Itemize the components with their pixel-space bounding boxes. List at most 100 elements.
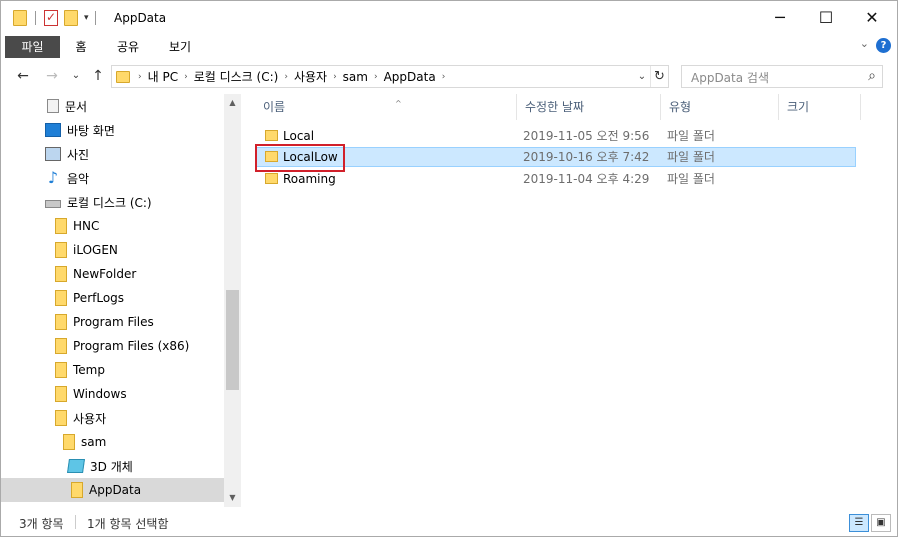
sidebar-item-users[interactable]: 사용자 bbox=[1, 406, 224, 430]
drive-icon bbox=[45, 200, 61, 208]
sidebar-item-perflogs[interactable]: PerfLogs bbox=[1, 286, 224, 310]
sidebar-item-windows[interactable]: Windows bbox=[1, 382, 224, 406]
chevron-right-icon[interactable]: › bbox=[331, 72, 339, 82]
sidebar-item-desktop[interactable]: 바탕 화면 bbox=[1, 118, 224, 142]
forward-button[interactable]: → bbox=[43, 66, 61, 86]
breadcrumb-sam[interactable]: sam bbox=[339, 70, 372, 84]
chevron-right-icon[interactable]: › bbox=[182, 72, 190, 82]
folder-icon bbox=[55, 410, 67, 426]
3d-objects-icon bbox=[67, 459, 85, 473]
navigation-bar: ← → ⌄ ↑ › 내 PC › 로컬 디스크 (C:) › 사용자 › sam… bbox=[1, 58, 897, 94]
sidebar-item-label: 문서 bbox=[65, 99, 88, 114]
sidebar-item-label: 바탕 화면 bbox=[67, 123, 115, 138]
scroll-down-icon[interactable]: ▼ bbox=[224, 491, 241, 505]
folder-icon bbox=[55, 314, 67, 330]
expand-ribbon-icon[interactable]: ⌄ bbox=[860, 37, 869, 50]
folder-icon bbox=[55, 386, 67, 402]
sidebar-item-temp[interactable]: Temp bbox=[1, 358, 224, 382]
sidebar-item-label: 로컬 디스크 (C:) bbox=[67, 195, 152, 210]
tab-view[interactable]: 보기 bbox=[161, 36, 199, 58]
address-history-dropdown[interactable]: ⌄ bbox=[634, 66, 650, 87]
status-divider bbox=[75, 515, 76, 529]
breadcrumb-local-disk[interactable]: 로컬 디스크 (C:) bbox=[190, 68, 283, 85]
sidebar-item-documents[interactable]: 문서 bbox=[1, 94, 224, 118]
column-header-type[interactable]: 유형 bbox=[661, 94, 779, 120]
large-icons-view-icon[interactable]: ▣ bbox=[871, 514, 891, 532]
scrollbar-thumb[interactable] bbox=[226, 290, 239, 390]
selection-count: 1개 항목 선택함 bbox=[87, 517, 169, 531]
navigation-pane-scrollbar[interactable]: ▲ ▼ bbox=[224, 94, 241, 507]
sidebar-item-3d-objects[interactable]: 3D 개체 bbox=[1, 454, 224, 478]
column-header-name[interactable]: 이름 ^ bbox=[255, 94, 517, 120]
window-title: AppData bbox=[114, 11, 167, 25]
sidebar-item-label: Program Files bbox=[73, 315, 154, 329]
navigation-pane: 문서 바탕 화면 사진 ♪ 음악 로컬 디스크 (C:) HNC iLOGEN bbox=[1, 94, 241, 507]
desktop-icon bbox=[45, 123, 61, 137]
sidebar-item-program-files-x86[interactable]: Program Files (x86) bbox=[1, 334, 224, 358]
quick-access-toolbar: ▾ bbox=[13, 9, 96, 27]
sidebar-item-ilogen[interactable]: iLOGEN bbox=[1, 238, 224, 262]
file-row-locallow[interactable]: LocalLow 2019-10-16 오후 7:42 파일 폴더 bbox=[255, 147, 856, 167]
tab-home[interactable]: 홈 bbox=[65, 36, 97, 58]
back-button[interactable]: ← bbox=[14, 66, 32, 86]
search-box[interactable]: AppData 검색 ⌕ bbox=[681, 65, 883, 88]
file-date: 2019-11-04 오후 4:29 bbox=[523, 172, 650, 186]
recent-locations-button[interactable]: ⌄ bbox=[67, 66, 85, 86]
folder-icon bbox=[265, 130, 278, 141]
tab-share[interactable]: 공유 bbox=[109, 36, 147, 58]
sidebar-item-label: NewFolder bbox=[73, 267, 137, 281]
customize-toolbar-icon[interactable]: ▾ bbox=[84, 13, 89, 23]
sidebar-item-music[interactable]: ♪ 음악 bbox=[1, 166, 224, 190]
sidebar-item-pictures[interactable]: 사진 bbox=[1, 142, 224, 166]
help-icon[interactable]: ? bbox=[876, 38, 891, 53]
sidebar-item-program-files[interactable]: Program Files bbox=[1, 310, 224, 334]
search-input[interactable]: AppData 검색 bbox=[691, 69, 769, 86]
file-row-local[interactable]: Local 2019-11-05 오전 9:56 파일 폴더 bbox=[255, 126, 856, 146]
properties-icon[interactable] bbox=[44, 10, 58, 26]
scroll-up-icon[interactable]: ▲ bbox=[224, 96, 241, 110]
folder-icon bbox=[116, 70, 130, 83]
search-icon[interactable]: ⌕ bbox=[868, 68, 876, 84]
highlight-box bbox=[255, 144, 345, 172]
sidebar-item-label: 음악 bbox=[67, 171, 90, 186]
close-button[interactable]: ✕ bbox=[849, 1, 895, 34]
breadcrumb-appdata[interactable]: AppData bbox=[380, 70, 440, 84]
file-name: Roaming bbox=[283, 172, 336, 186]
refresh-icon[interactable]: ↻ bbox=[650, 66, 668, 87]
sidebar-item-local-disk[interactable]: 로컬 디스크 (C:) bbox=[1, 190, 224, 214]
up-button[interactable]: ↑ bbox=[89, 66, 107, 86]
column-header-label: 이름 bbox=[263, 100, 286, 114]
maximize-button[interactable]: ☐ bbox=[803, 1, 849, 34]
chevron-right-icon[interactable]: › bbox=[282, 72, 290, 82]
toolbar-divider bbox=[35, 11, 36, 25]
file-date: 2019-11-05 오전 9:56 bbox=[523, 129, 650, 143]
pictures-icon bbox=[45, 147, 61, 161]
file-row-roaming[interactable]: Roaming 2019-11-04 오후 4:29 파일 폴더 bbox=[255, 169, 856, 189]
file-name: Local bbox=[283, 129, 315, 143]
sidebar-item-label: 사진 bbox=[67, 147, 90, 162]
file-type: 파일 폴더 bbox=[667, 150, 715, 164]
breadcrumb-users[interactable]: 사용자 bbox=[290, 68, 331, 85]
chevron-right-icon[interactable]: › bbox=[440, 72, 448, 82]
sidebar-item-label: 3D 개체 bbox=[90, 459, 133, 474]
folder-icon bbox=[55, 338, 67, 354]
new-folder-icon[interactable] bbox=[64, 10, 78, 26]
minimize-button[interactable]: ─ bbox=[757, 1, 803, 34]
folder-icon bbox=[71, 482, 83, 498]
sidebar-item-sam[interactable]: sam bbox=[1, 430, 224, 454]
sidebar-item-hnc[interactable]: HNC bbox=[1, 214, 224, 238]
breadcrumb: › 내 PC › 로컬 디스크 (C:) › 사용자 › sam › AppDa… bbox=[116, 66, 447, 87]
address-bar[interactable]: › 내 PC › 로컬 디스크 (C:) › 사용자 › sam › AppDa… bbox=[111, 65, 669, 88]
tab-file[interactable]: 파일 bbox=[5, 36, 60, 58]
breadcrumb-this-pc[interactable]: 내 PC bbox=[144, 68, 182, 85]
chevron-right-icon[interactable]: › bbox=[136, 72, 144, 82]
sidebar-item-appdata[interactable]: AppData bbox=[1, 478, 224, 502]
column-header-size[interactable]: 크기 bbox=[779, 94, 861, 120]
chevron-right-icon[interactable]: › bbox=[372, 72, 380, 82]
folder-icon bbox=[63, 434, 75, 450]
details-view-icon[interactable]: ☰ bbox=[849, 514, 869, 532]
folder-icon bbox=[55, 266, 67, 282]
sidebar-item-newfolder[interactable]: NewFolder bbox=[1, 262, 224, 286]
column-header-date[interactable]: 수정한 날짜 bbox=[517, 94, 661, 120]
toolbar-divider bbox=[94, 11, 96, 25]
